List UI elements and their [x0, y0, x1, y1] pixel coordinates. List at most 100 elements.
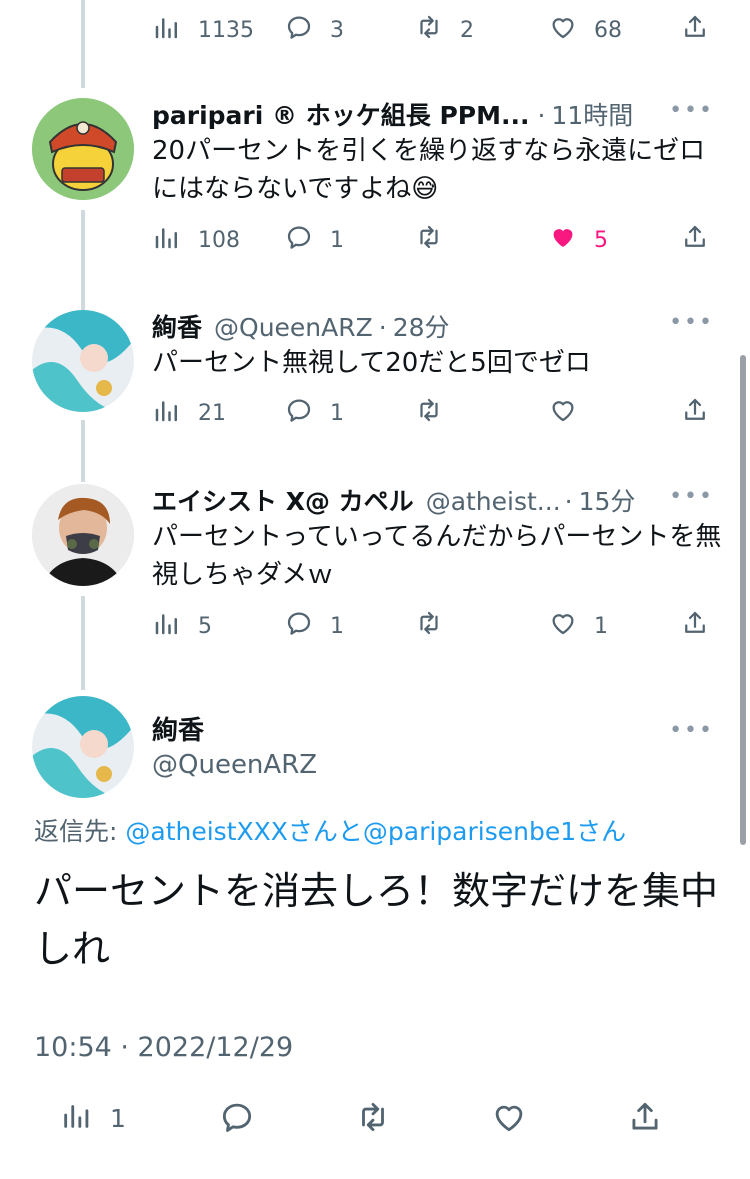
views-button[interactable]: 5 [152, 608, 212, 644]
tweet-time[interactable]: 15分 [579, 482, 636, 518]
tweet-text: パーセントっていってるんだからパーセントを無視しちゃダメｗ [152, 522, 722, 590]
views-button[interactable]: 1135 [152, 12, 254, 48]
separator-dot: · [564, 487, 573, 516]
avatar-image [32, 484, 134, 586]
tweet-header: 絢香 @QueenARZ · 28分 [152, 308, 450, 344]
like-count: 1 [594, 613, 608, 639]
retweet-button[interactable] [414, 222, 444, 258]
heart-filled-icon [548, 222, 578, 258]
reply-connector: さんと [287, 817, 363, 846]
retweet-button[interactable]: 2 [414, 12, 474, 48]
top-tweet-actions: 1135 3 2 68 [152, 12, 712, 52]
reply-count: 1 [330, 400, 344, 426]
reply-count: 1 [330, 613, 344, 639]
avatar-image [32, 696, 134, 798]
retweet-icon [414, 608, 444, 644]
heart-icon [548, 608, 578, 644]
views-count: 21 [198, 400, 226, 426]
retweet-count: 2 [460, 17, 474, 43]
reply-suffix: さん [576, 817, 627, 846]
share-button[interactable] [626, 1098, 664, 1142]
tweet-time[interactable]: 11時間 [551, 96, 633, 132]
like-button[interactable]: 1 [548, 608, 608, 644]
views-icon [152, 608, 182, 644]
avatar-image [32, 310, 134, 412]
thread-line [81, 596, 85, 690]
tweet-header: エイシスト X@ カペル @atheist... · 15分 [152, 482, 635, 518]
reply-icon [218, 1098, 256, 1142]
more-options-icon[interactable]: ••• [669, 310, 714, 335]
like-button[interactable]: 5 [548, 222, 608, 258]
share-button[interactable] [680, 12, 710, 48]
views-count: 108 [198, 227, 240, 253]
reply-button[interactable]: 1 [284, 395, 344, 431]
heart-icon [548, 395, 578, 431]
retweet-icon [414, 222, 444, 258]
views-icon [152, 12, 182, 48]
avatar[interactable] [32, 310, 134, 412]
mention-link[interactable]: @atheistXXX [125, 817, 288, 846]
views-icon [152, 222, 182, 258]
thread-line [81, 210, 85, 310]
tweet-datetime[interactable]: 10:54 · 2022/12/29 [34, 1032, 293, 1063]
reply-count: 1 [330, 227, 344, 253]
avatar[interactable] [32, 484, 134, 586]
views-button[interactable]: 21 [152, 395, 226, 431]
share-icon [680, 395, 710, 431]
reply-button[interactable]: 3 [284, 12, 344, 48]
views-icon [152, 395, 182, 431]
display-name[interactable]: 絢香 [152, 308, 202, 344]
share-button[interactable] [680, 222, 710, 258]
like-button[interactable]: 68 [548, 12, 622, 48]
separator-dot: · [378, 313, 387, 342]
like-button[interactable] [490, 1098, 528, 1142]
reply-button[interactable] [218, 1098, 256, 1142]
views-count: 1135 [198, 17, 254, 43]
reply-button[interactable]: 1 [284, 222, 344, 258]
main-tweet-text: パーセントを消去しろ！数字だけを集中しれ [34, 869, 719, 971]
thread-line [81, 0, 85, 88]
retweet-button[interactable] [414, 608, 444, 644]
retweet-button[interactable] [354, 1098, 392, 1142]
mention-link[interactable]: @pariparisenbe1 [363, 817, 576, 846]
display-name[interactable]: エイシスト X@ カペル [152, 482, 414, 518]
avatar[interactable] [32, 98, 134, 200]
retweet-icon [414, 12, 444, 48]
tweet-header: paripari ® ホッケ組長 PPM... · 11時間 [152, 96, 633, 132]
more-options-icon[interactable]: ••• [669, 98, 714, 123]
share-button[interactable] [680, 608, 710, 644]
more-options-icon[interactable]: ••• [669, 718, 714, 743]
display-name[interactable]: paripari ® ホッケ組長 PPM... [152, 96, 529, 132]
share-button[interactable] [680, 395, 710, 431]
reply-count: 3 [330, 17, 344, 43]
share-icon [680, 222, 710, 258]
tweet-time[interactable]: 28分 [393, 308, 450, 344]
heart-icon [548, 12, 578, 48]
like-button[interactable] [548, 395, 578, 431]
retweet-icon [414, 395, 444, 431]
tweet-actions: 5 1 1 [152, 608, 712, 648]
views-button[interactable]: 108 [152, 222, 240, 258]
retweet-icon [354, 1098, 392, 1142]
like-count: 5 [594, 227, 608, 253]
views-count: 1 [110, 1103, 126, 1133]
main-tweet-actions: 1 [60, 1098, 680, 1138]
reply-button[interactable]: 1 [284, 608, 344, 644]
thread-line [81, 420, 85, 482]
views-button[interactable]: 1 [60, 1098, 126, 1138]
reply-to-line: 返信先: @atheistXXXさんと@pariparisenbe1さん [34, 812, 626, 848]
share-icon [680, 12, 710, 48]
avatar[interactable] [32, 696, 134, 798]
separator-dot: · [537, 101, 546, 130]
user-handle[interactable]: @QueenARZ [152, 750, 317, 780]
tweet-actions: 108 1 5 [152, 222, 712, 262]
views-icon [60, 1098, 94, 1138]
reply-icon [284, 608, 314, 644]
scrollbar[interactable] [740, 355, 746, 845]
display-name[interactable]: 絢香 [152, 710, 204, 747]
more-options-icon[interactable]: ••• [669, 484, 714, 509]
user-handle[interactable]: @atheist... [426, 487, 561, 516]
retweet-button[interactable] [414, 395, 444, 431]
reply-icon [284, 12, 314, 48]
user-handle[interactable]: @QueenARZ [214, 313, 373, 342]
